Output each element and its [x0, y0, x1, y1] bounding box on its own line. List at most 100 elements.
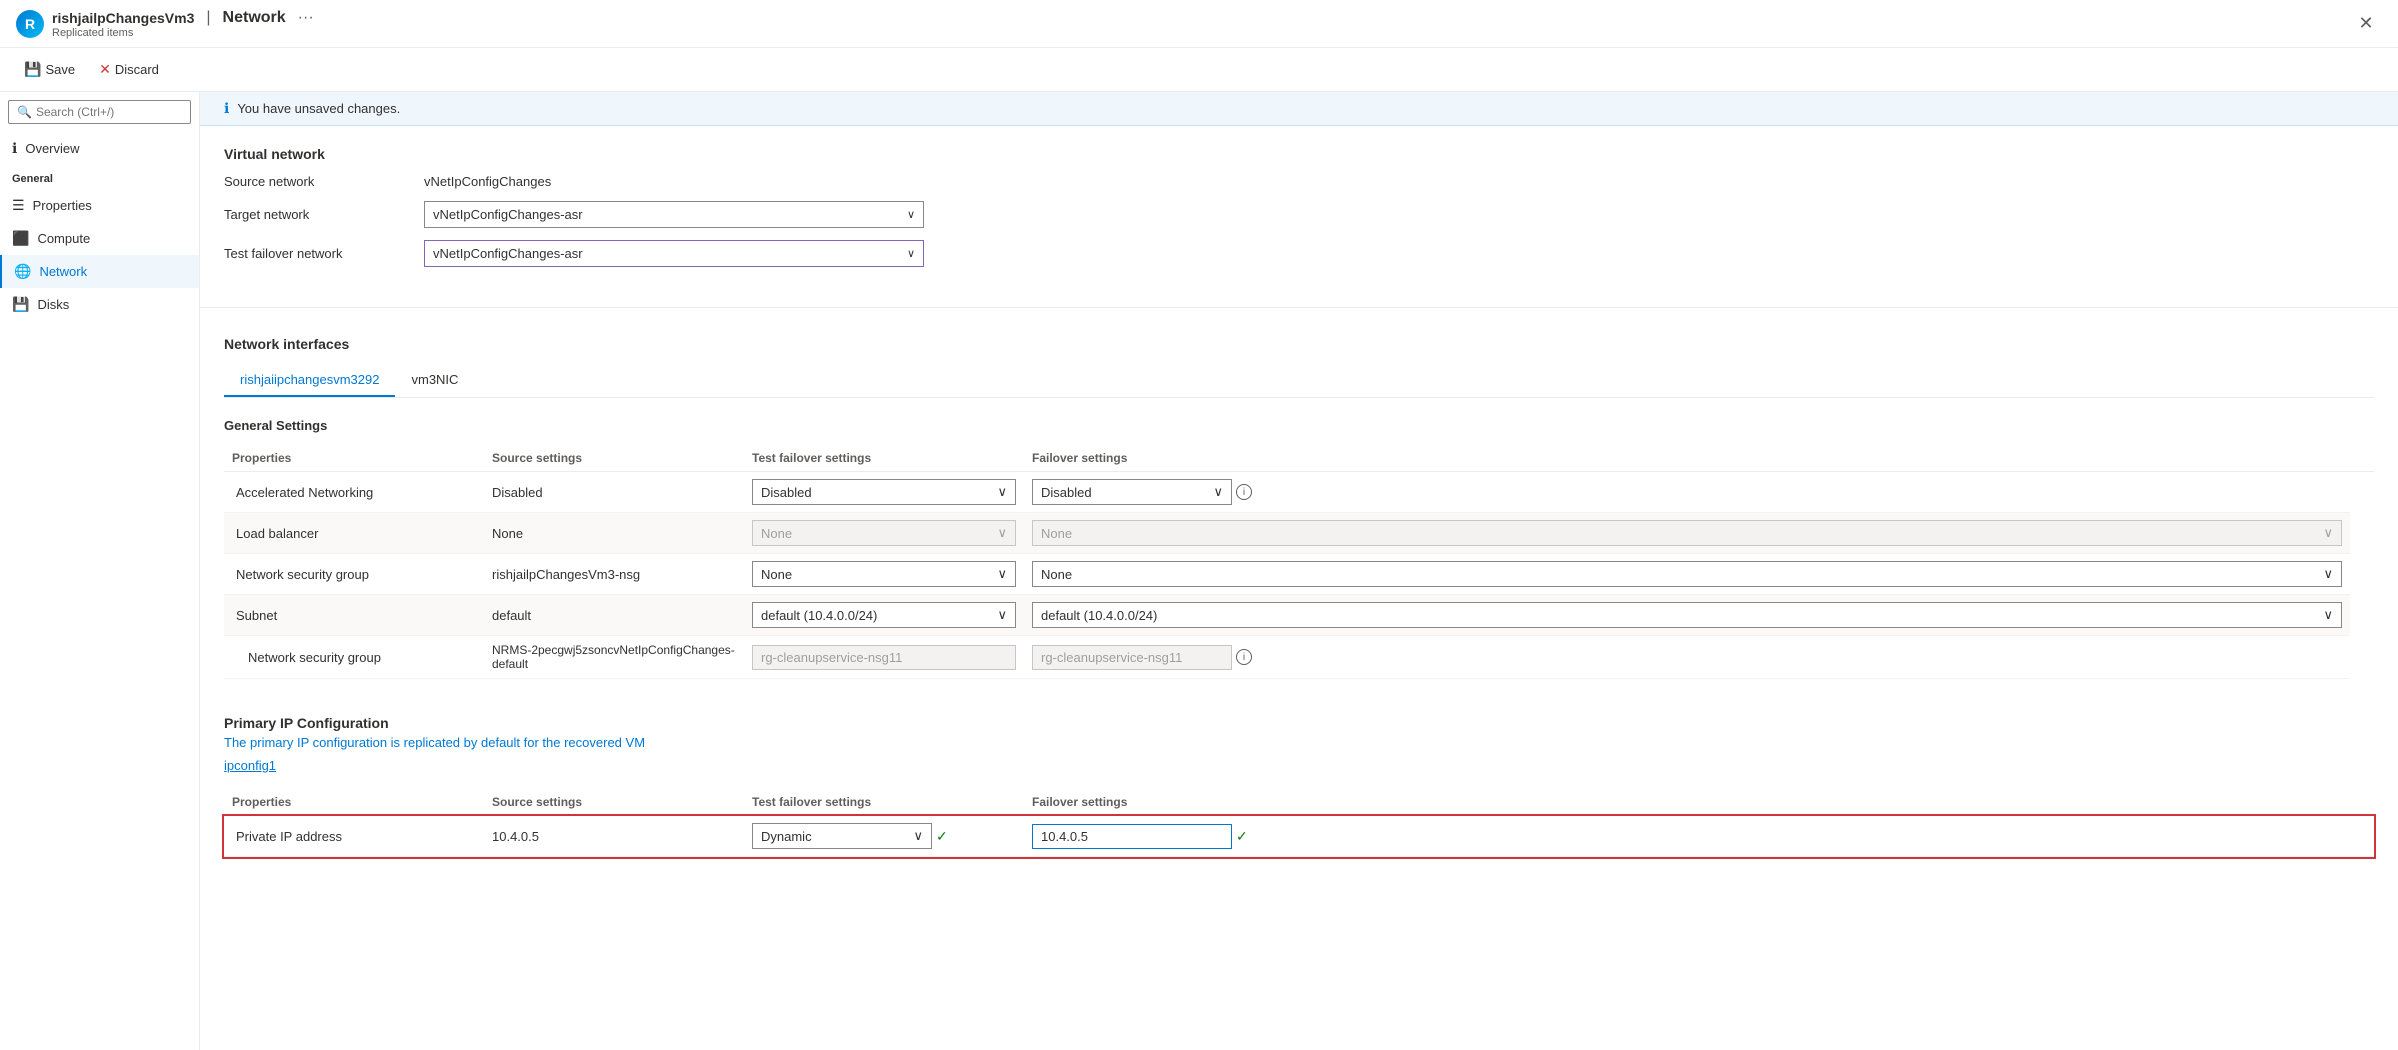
test-load-balancer-value: None: [761, 526, 792, 541]
sidebar-compute-label: Compute: [37, 231, 90, 246]
target-network-label: Target network: [224, 207, 424, 222]
save-button[interactable]: 💾 Save: [16, 55, 83, 84]
failover-nsg-chevron: ∨: [2323, 566, 2333, 582]
ip-config-title: Primary IP Configuration: [224, 715, 2374, 731]
test-checkmark: ✓: [936, 828, 948, 845]
source-nsg-sub: NRMS-2pecgwj5zsoncvNetIpConfigChanges-de…: [484, 636, 744, 679]
sidebar-item-compute[interactable]: ⬛ Compute: [0, 222, 199, 255]
source-nsg: rishjailpChangesVm3-nsg: [484, 554, 744, 595]
ip-col-failover: Failover settings: [1024, 789, 2374, 816]
test-nsg-sub: rg-cleanupservice-nsg11: [752, 645, 1016, 670]
overview-icon: ℹ: [12, 140, 17, 157]
nic-tab-2[interactable]: vm3NIC: [395, 364, 474, 397]
failover-subnet-value: default (10.4.0.0/24): [1041, 608, 1157, 623]
sidebar-properties-label: Properties: [33, 198, 92, 213]
failover-accelerated-dropdown[interactable]: Disabled ∨: [1032, 479, 1232, 505]
test-accelerated-dropdown[interactable]: Disabled ∨: [752, 479, 1016, 505]
nic-tab-1-label: rishjaiipchangesvm3292: [240, 372, 379, 387]
failover-ip-input[interactable]: [1032, 824, 1232, 849]
source-private-ip: 10.4.0.5: [484, 816, 744, 857]
virtual-network-section: Virtual network Source network vNetIpCon…: [200, 126, 2398, 299]
virtual-network-title: Virtual network: [224, 146, 2374, 162]
col-header-properties: Properties: [224, 445, 484, 472]
ip-config-section: Primary IP Configuration The primary IP …: [200, 699, 2398, 873]
failover-accelerated-value: Disabled: [1041, 485, 1092, 500]
test-accelerated-value: Disabled: [761, 485, 812, 500]
sidebar-network-label: Network: [39, 264, 87, 279]
ip-col-test: Test failover settings: [744, 789, 1024, 816]
prop-nsg-sub: Network security group: [224, 636, 484, 679]
target-network-value: vNetIpConfigChanges-asr: [433, 207, 583, 222]
source-network-row: Source network vNetIpConfigChanges: [224, 174, 2374, 189]
network-icon: 🌐: [14, 263, 31, 280]
sidebar-general-section: General: [0, 165, 199, 189]
test-failover-chevron: ∨: [907, 247, 915, 260]
close-button[interactable]: ✕: [2350, 8, 2382, 40]
failover-nsg-sub: rg-cleanupservice-nsg11: [1032, 645, 1232, 670]
test-failover-network-dropdown[interactable]: vNetIpConfigChanges-asr ∨: [424, 240, 924, 267]
failover-subnet-dropdown[interactable]: default (10.4.0.0/24) ∨: [1032, 602, 2342, 628]
prop-load-balancer: Load balancer: [224, 513, 484, 554]
header-separator: |: [206, 9, 210, 27]
test-lb-chevron: ∨: [997, 525, 1007, 541]
network-interfaces-title: Network interfaces: [224, 336, 2374, 352]
source-network-label: Source network: [224, 174, 424, 189]
discard-button[interactable]: ✕ Discard: [91, 55, 167, 84]
network-interfaces-section: Network interfaces rishjaiipchangesvm329…: [200, 316, 2398, 699]
accelerated-info-icon[interactable]: i: [1236, 484, 1252, 500]
failover-nsg-dropdown[interactable]: None ∨: [1032, 561, 2342, 587]
discard-icon: ✕: [99, 61, 111, 78]
general-settings-table: Properties Source settings Test failover…: [224, 445, 2374, 679]
table-row: Load balancer None None ∨ None ∨: [224, 513, 2374, 554]
content-area: ℹ You have unsaved changes. Virtual netw…: [200, 92, 2398, 1050]
main-layout: 🔍 ℹ Overview General ☰ Properties ⬛ Comp…: [0, 92, 2398, 1050]
test-nsg-chevron: ∨: [997, 566, 1007, 582]
test-private-ip-value: Dynamic: [761, 829, 812, 844]
test-nsg-sub-value: rg-cleanupservice-nsg11: [761, 650, 902, 665]
col-header-test: Test failover settings: [744, 445, 1024, 472]
nic-tabs: rishjaiipchangesvm3292 vm3NIC: [224, 364, 2374, 398]
test-nsg-value: None: [761, 567, 792, 582]
sidebar-overview-label: Overview: [25, 141, 79, 156]
test-load-balancer-dropdown: None ∨: [752, 520, 1016, 546]
ipconfig-link[interactable]: ipconfig1: [224, 758, 2374, 773]
save-icon: 💾: [24, 61, 41, 78]
col-header-failover: Failover settings: [1024, 445, 2350, 472]
banner-info-icon: ℹ: [224, 100, 229, 117]
sidebar-item-disks[interactable]: 💾 Disks: [0, 288, 199, 321]
nic-tab-2-label: vm3NIC: [411, 372, 458, 387]
test-nsg-dropdown[interactable]: None ∨: [752, 561, 1016, 587]
failover-load-balancer-value: None: [1041, 526, 1072, 541]
sidebar-item-network[interactable]: 🌐 Network: [0, 255, 199, 288]
target-network-row: Target network vNetIpConfigChanges-asr ∨: [224, 201, 2374, 228]
test-failover-network-value: vNetIpConfigChanges-asr: [433, 246, 583, 261]
search-input[interactable]: [36, 105, 182, 119]
prop-subnet: Subnet: [224, 595, 484, 636]
test-accelerated-chevron: ∨: [997, 484, 1007, 500]
test-subnet-dropdown[interactable]: default (10.4.0.0/24) ∨: [752, 602, 1016, 628]
target-network-dropdown[interactable]: vNetIpConfigChanges-asr ∨: [424, 201, 924, 228]
search-box[interactable]: 🔍: [8, 100, 191, 124]
nsg-sub-info-icon[interactable]: i: [1236, 649, 1252, 665]
header-logo: R: [16, 10, 44, 38]
test-private-ip-chevron: ∨: [913, 828, 923, 844]
private-ip-row: Private IP address 10.4.0.5 Dynamic ∨ ✓: [224, 816, 2374, 857]
failover-lb-chevron: ∨: [2323, 525, 2333, 541]
properties-icon: ☰: [12, 197, 25, 214]
nic-tab-1[interactable]: rishjaiipchangesvm3292: [224, 364, 395, 397]
discard-label: Discard: [115, 62, 159, 77]
sidebar-item-overview[interactable]: ℹ Overview: [0, 132, 199, 165]
test-failover-network-label: Test failover network: [224, 246, 424, 261]
test-subnet-chevron: ∨: [997, 607, 1007, 623]
test-private-ip-dropdown[interactable]: Dynamic ∨: [752, 823, 932, 849]
table-row: Network security group rishjailpChangesV…: [224, 554, 2374, 595]
general-settings-title: General Settings: [224, 418, 2374, 433]
more-button[interactable]: ···: [298, 9, 314, 27]
target-network-chevron: ∨: [907, 208, 915, 221]
failover-load-balancer-dropdown: None ∨: [1032, 520, 2342, 546]
table-row: Subnet default default (10.4.0.0/24) ∨ d…: [224, 595, 2374, 636]
sidebar-disks-label: Disks: [37, 297, 69, 312]
sidebar-item-properties[interactable]: ☰ Properties: [0, 189, 199, 222]
test-subnet-value: default (10.4.0.0/24): [761, 608, 877, 623]
unsaved-banner: ℹ You have unsaved changes.: [200, 92, 2398, 126]
